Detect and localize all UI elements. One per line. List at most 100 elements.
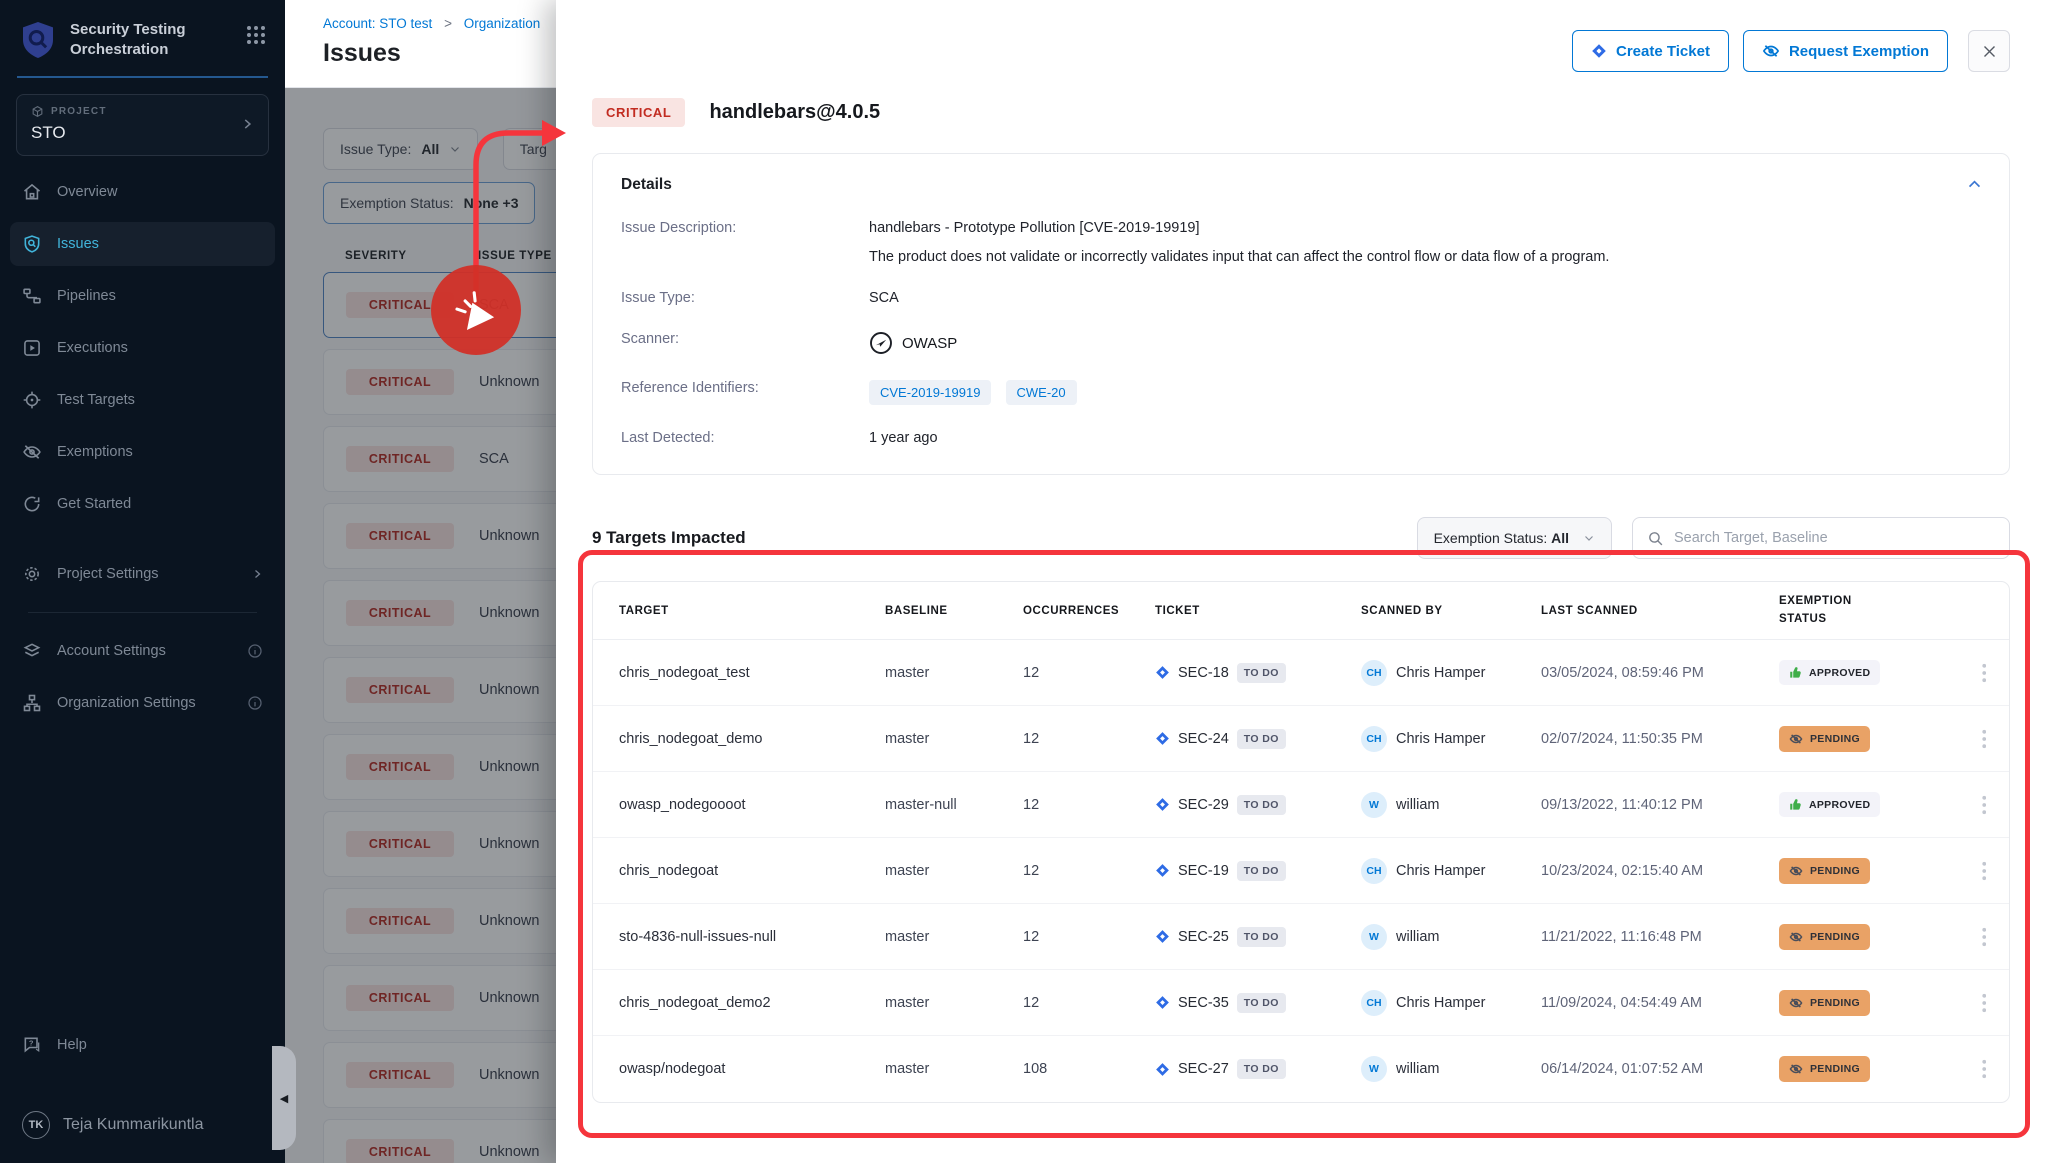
jira-diamond-icon	[1155, 665, 1170, 680]
target-name: chris_nodegoat_demo2	[619, 995, 885, 1011]
sidebar-item-issues[interactable]: Issues	[10, 222, 275, 266]
cve-chip[interactable]: CVE-2019-19919	[869, 380, 991, 405]
sidebar-item-label: Test Targets	[57, 392, 135, 408]
cwe-chip[interactable]: CWE-20	[1006, 380, 1077, 405]
status-label: APPROVED	[1809, 667, 1870, 679]
last-detected-value: 1 year ago	[869, 430, 1981, 446]
breadcrumb-separator: >	[444, 16, 452, 31]
search-icon	[1647, 530, 1664, 547]
sidebar-item-get-started[interactable]: Get Started	[10, 482, 275, 526]
scanned-by-cell: CH Chris Hamper	[1361, 726, 1541, 752]
column-header-exemption-status: EXEMPTION STATUS	[1779, 593, 1889, 628]
severity-badge: CRITICAL	[592, 98, 685, 127]
ticket-cell[interactable]: SEC-19 TO DO	[1155, 861, 1361, 881]
search-input[interactable]	[1674, 530, 1995, 546]
jira-diamond-icon	[1155, 995, 1170, 1010]
row-menu-kebab-icon[interactable]	[1967, 729, 2001, 749]
avatar: CH	[1361, 660, 1387, 686]
breadcrumb-organization-link[interactable]: Organization	[464, 16, 541, 31]
target-row[interactable]: owasp/nodegoat master 108 SEC-27 TO DO W…	[593, 1036, 2009, 1102]
avatar: W	[1361, 1056, 1387, 1082]
app-switcher-grid-icon[interactable]	[245, 24, 267, 46]
scanned-by-cell: CH Chris Hamper	[1361, 990, 1541, 1016]
sidebar-item-executions[interactable]: Executions	[10, 326, 275, 370]
details-heading: Details	[621, 176, 1981, 194]
app-title: Security Testing Orchestration	[70, 20, 231, 59]
ticket-cell[interactable]: SEC-25 TO DO	[1155, 927, 1361, 947]
sidebar-item-account-settings[interactable]: Account Settings	[10, 629, 275, 673]
detail-label: Issue Type:	[621, 290, 869, 306]
target-search	[1632, 517, 2010, 559]
sidebar-collapse-handle[interactable]: ◀	[272, 1046, 296, 1150]
chevron-right-icon	[251, 568, 263, 580]
ticket-state-badge: TO DO	[1237, 795, 1286, 815]
scanned-by-name: william	[1396, 929, 1440, 945]
target-row[interactable]: sto-4836-null-issues-null master 12 SEC-…	[593, 904, 2009, 970]
svg-text:?: ?	[29, 1038, 34, 1047]
ticket-cell[interactable]: SEC-24 TO DO	[1155, 729, 1361, 749]
target-row[interactable]: chris_nodegoat_demo master 12 SEC-24 TO …	[593, 706, 2009, 772]
ticket-cell[interactable]: SEC-29 TO DO	[1155, 795, 1361, 815]
sidebar-item-help[interactable]: ? Help	[10, 1023, 275, 1067]
occurrences-cell: 12	[1023, 665, 1155, 681]
ticket-cell[interactable]: SEC-18 TO DO	[1155, 663, 1361, 683]
sidebar-item-pipelines[interactable]: Pipelines	[10, 274, 275, 318]
scanned-by-cell: CH Chris Hamper	[1361, 858, 1541, 884]
baseline-cell: master	[885, 863, 1023, 879]
row-menu-kebab-icon[interactable]	[1967, 1059, 2001, 1079]
request-exemption-button[interactable]: Request Exemption	[1743, 30, 1948, 72]
row-menu-kebab-icon[interactable]	[1967, 861, 2001, 881]
breadcrumb-account-link[interactable]: Account: STO test	[323, 16, 432, 31]
avatar: W	[1361, 924, 1387, 950]
jira-diamond-icon	[1155, 797, 1170, 812]
sidebar-item-exemptions[interactable]: Exemptions	[10, 430, 275, 474]
exemption-status-cell: PENDING	[1779, 924, 1935, 950]
last-scanned-cell: 02/07/2024, 11:50:35 PM	[1541, 731, 1779, 747]
ticket-state-badge: TO DO	[1237, 861, 1286, 881]
column-header-scanned-by: SCANNED BY	[1361, 605, 1541, 617]
sidebar-item-test-targets[interactable]: Test Targets	[10, 378, 275, 422]
avatar: CH	[1361, 990, 1387, 1016]
target-row[interactable]: owasp_nodegoooot master-null 12 SEC-29 T…	[593, 772, 2009, 838]
ticket-state-badge: TO DO	[1237, 1059, 1286, 1079]
status-label: PENDING	[1810, 1063, 1860, 1075]
status-badge: PENDING	[1779, 726, 1870, 752]
user-name: Teja Kummarikuntla	[63, 1116, 204, 1134]
close-drawer-button[interactable]	[1968, 30, 2010, 72]
dropdown-value: All	[1551, 530, 1569, 546]
user-profile[interactable]: TK Teja Kummarikuntla	[10, 1103, 275, 1147]
sidebar-item-label: Issues	[57, 236, 99, 252]
create-ticket-button[interactable]: Create Ticket	[1572, 30, 1729, 72]
ticket-cell[interactable]: SEC-35 TO DO	[1155, 993, 1361, 1013]
crosshair-icon	[22, 390, 42, 410]
ticket-id: SEC-27	[1178, 1061, 1229, 1077]
row-menu-kebab-icon[interactable]	[1967, 993, 2001, 1013]
target-name: chris_nodegoat	[619, 863, 885, 879]
scanner-owasp-icon	[869, 331, 893, 355]
sidebar-item-project-settings[interactable]: Project Settings	[10, 552, 275, 596]
row-menu-kebab-icon[interactable]	[1967, 927, 2001, 947]
ticket-state-badge: TO DO	[1237, 927, 1286, 947]
collapse-section-chevron-icon[interactable]	[1966, 176, 1983, 193]
status-label: PENDING	[1810, 733, 1860, 745]
target-row[interactable]: chris_nodegoat_demo2 master 12 SEC-35 TO…	[593, 970, 2009, 1036]
target-row[interactable]: chris_nodegoat_test master 12 SEC-18 TO …	[593, 640, 2009, 706]
project-name: STO	[31, 123, 240, 143]
app-logo-shield-icon	[20, 20, 56, 60]
sidebar-item-organization-settings[interactable]: Organization Settings	[10, 681, 275, 725]
home-icon	[22, 182, 42, 202]
target-row[interactable]: chris_nodegoat master 12 SEC-19 TO DO CH…	[593, 838, 2009, 904]
row-menu-kebab-icon[interactable]	[1967, 795, 2001, 815]
exemption-status-dropdown[interactable]: Exemption Status: All	[1417, 517, 1612, 559]
row-menu-kebab-icon[interactable]	[1967, 663, 2001, 683]
sidebar-item-overview[interactable]: Overview	[10, 170, 275, 214]
eye-slash-icon	[1789, 864, 1803, 878]
target-name: sto-4836-null-issues-null	[619, 929, 885, 945]
last-scanned-cell: 09/13/2022, 11:40:12 PM	[1541, 797, 1779, 813]
ticket-cell[interactable]: SEC-27 TO DO	[1155, 1059, 1361, 1079]
ticket-state-badge: TO DO	[1237, 993, 1286, 1013]
thumbs-up-icon	[1789, 798, 1802, 811]
project-selector[interactable]: PROJECT STO	[16, 94, 269, 156]
exemption-status-cell: PENDING	[1779, 726, 1935, 752]
get-started-icon	[22, 494, 42, 514]
